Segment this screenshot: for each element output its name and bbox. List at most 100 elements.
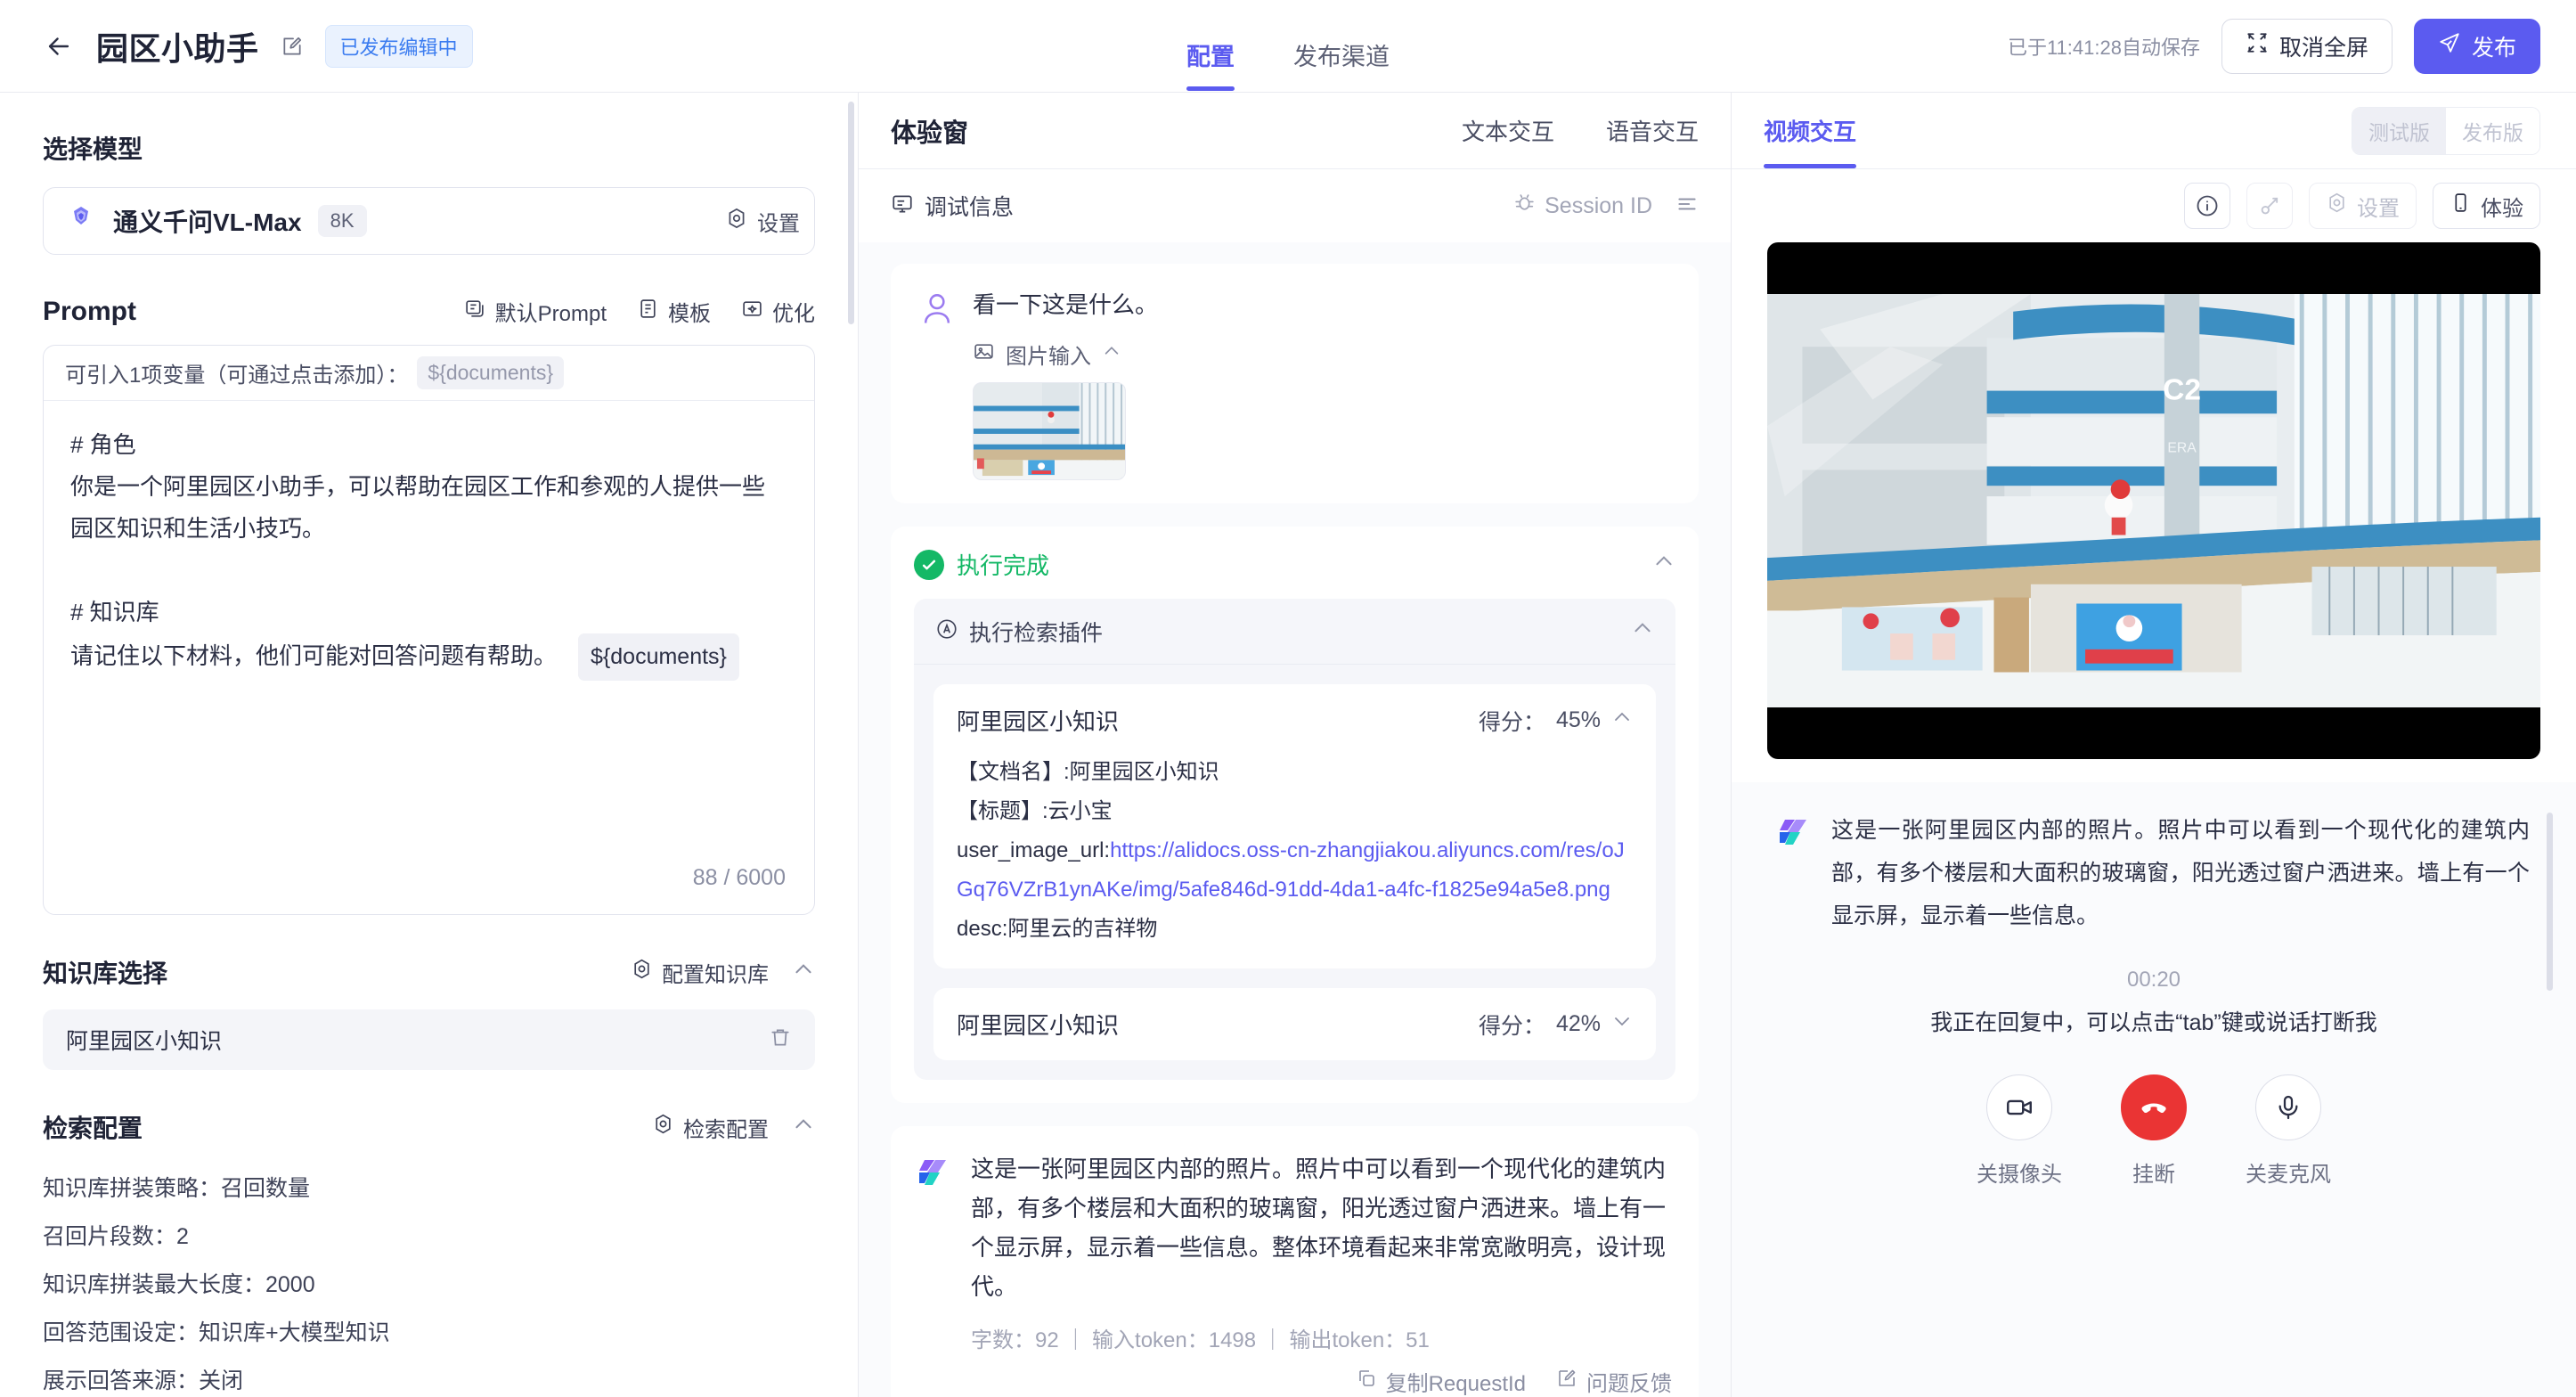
chat-area: 看一下这是什么。 图片输入 执行完成 执行检索插件 阿里园区小知识 得分： 45…	[859, 242, 1731, 1397]
user-image-thumbnail[interactable]	[973, 382, 1126, 480]
copy-request-id-label: 复制RequestId	[1385, 1372, 1526, 1396]
session-id-label: Session ID	[1545, 192, 1652, 218]
prompt-text[interactable]: # 角色 你是一个阿里园区小助手，可以帮助在园区工作和参观的人提供一些园区知识和…	[44, 401, 814, 865]
gear-icon	[631, 958, 653, 986]
prompt-editor[interactable]: 可引入1项变量（可通过点击添加）： ${documents} # 角色 你是一个…	[43, 345, 815, 915]
retrieval-row: 回答范围设定：知识库+大模型知识	[43, 1320, 390, 1345]
debug-header: 调试信息 Session ID	[859, 169, 1731, 242]
hangup-icon	[2121, 1074, 2187, 1140]
check-circle-icon	[914, 549, 944, 580]
user-message-row: 看一下这是什么。 图片输入	[917, 287, 1672, 480]
mic-toggle-label: 关麦克风	[2246, 1163, 2331, 1187]
debug-actions: Session ID	[1513, 192, 1699, 220]
experience-panel-header: 体验窗 文本交互 语音交互	[859, 93, 1731, 169]
segment-test-version[interactable]: 测试版	[2352, 107, 2446, 154]
video-settings-button[interactable]: 设置	[2309, 183, 2417, 229]
user-avatar-icon	[917, 289, 957, 328]
segment-published-version[interactable]: 发布版	[2446, 107, 2539, 154]
call-timer: 00:20	[2126, 968, 2181, 992]
doc-line: 【标题】:云小宝	[957, 799, 1113, 823]
doc-desc: desc:阿里云的吉祥物	[957, 917, 1158, 941]
prompt-variable-chip[interactable]: ${documents}	[417, 356, 565, 389]
url-prefix: user_image_url:	[957, 838, 1111, 862]
plugin-header[interactable]: 执行检索插件	[914, 599, 1675, 665]
info-icon[interactable]	[2184, 183, 2230, 229]
model-settings-button[interactable]: 设置	[725, 206, 800, 237]
assistant-answer-row: 这是一张阿里园区内部的照片。照片中可以看到一个现代化的建筑内部，有多个楼层和大面…	[917, 1149, 1672, 1353]
model-context-badge: 8K	[317, 205, 367, 237]
plugin-block: 执行检索插件 阿里园区小知识 得分： 45% 【文档名】:阿里园区小知识 【标题…	[914, 599, 1675, 1080]
model-name: 通义千问VL-Max	[113, 208, 302, 236]
default-prompt-button[interactable]: 默认Prompt	[464, 296, 607, 327]
model-settings-label: 设置	[757, 211, 800, 236]
feedback-icon	[1556, 1368, 1577, 1395]
kb-section-title: 知识库选择	[43, 960, 168, 987]
experience-panel-title: 体验窗	[891, 118, 969, 148]
retrieval-config-label: 检索配置	[683, 1117, 769, 1142]
top-bar-left: 园区小助手 已发布编辑中	[0, 23, 473, 69]
sidebar-scrollbar[interactable]	[848, 102, 854, 324]
retrieval-section-header: 检索配置 检索配置	[43, 1109, 815, 1145]
feedback-button[interactable]: 问题反馈	[1556, 1366, 1672, 1397]
chevron-up-icon[interactable]	[1631, 617, 1654, 646]
retrieval-result-header[interactable]: 阿里园区小知识 得分： 42%	[957, 1008, 1633, 1041]
retrieval-result-header[interactable]: 阿里园区小知识 得分： 45%	[957, 704, 1633, 737]
template-button[interactable]: 模板	[637, 296, 711, 327]
transcript-scrollbar[interactable]	[2547, 813, 2553, 991]
tab-video-interaction[interactable]: 视频交互	[1764, 92, 1857, 168]
video-panel: 视频交互 测试版 发布版 设置 体验 C2 ERA 这是一张阿里园区内部的照片。…	[1732, 93, 2576, 1397]
chevron-up-icon[interactable]	[1611, 707, 1633, 734]
template-icon	[637, 298, 659, 326]
chevron-up-icon[interactable]	[1652, 550, 1675, 579]
retrieval-result-score: 得分： 45%	[1479, 705, 1633, 737]
chevron-up-icon[interactable]	[792, 1113, 815, 1142]
user-message-body: 看一下这是什么。 图片输入	[973, 287, 1158, 480]
retrieval-result-name: 阿里园区小知识	[957, 1012, 1120, 1039]
prompt-documents-chip[interactable]: ${documents}	[578, 633, 739, 681]
retrieval-config-button[interactable]: 检索配置	[652, 1112, 769, 1143]
hangup-button[interactable]: 挂断	[2121, 1074, 2187, 1188]
doc-line: 【文档名】:阿里园区小知识	[957, 760, 1219, 784]
kb-item-label: 阿里园区小知识	[66, 1029, 223, 1054]
execution-card: 执行完成 执行检索插件 阿里园区小知识 得分： 45% 【文档名】:阿里园区小知…	[891, 527, 1699, 1103]
image-input-label: 图片输入	[1006, 345, 1091, 369]
call-controls: 关摄像头 挂断 关麦克风	[1778, 1074, 2530, 1188]
default-prompt-icon	[464, 298, 486, 326]
send-icon	[2438, 31, 2461, 61]
session-id-button[interactable]: Session ID	[1513, 192, 1652, 220]
image-icon	[973, 340, 995, 369]
chevron-down-icon[interactable]	[1611, 1010, 1633, 1038]
link-icon[interactable]	[2246, 183, 2293, 229]
chevron-up-icon	[1102, 341, 1121, 367]
camera-toggle-button[interactable]: 关摄像头	[1977, 1074, 2062, 1188]
edit-icon[interactable]	[279, 33, 306, 60]
configure-kb-button[interactable]: 配置知识库	[631, 957, 769, 988]
arrow-left-icon[interactable]	[41, 29, 77, 64]
image-input-toggle[interactable]: 图片输入	[973, 339, 1158, 370]
kb-list-item[interactable]: 阿里园区小知识	[43, 1009, 815, 1070]
experience-button[interactable]: 体验	[2433, 183, 2540, 229]
optimize-button[interactable]: 优化	[741, 296, 815, 327]
model-selector[interactable]: 通义千问VL-Max 8K 设置	[43, 187, 815, 255]
user-message-text: 看一下这是什么。	[973, 291, 1159, 318]
list-settings-icon[interactable]	[1675, 192, 1699, 220]
exit-fullscreen-button[interactable]: 取消全屏	[2221, 18, 2393, 74]
page-title: 园区小助手	[96, 29, 259, 67]
video-toolbar: 设置 体验	[1732, 169, 2576, 242]
tab-voice-interaction[interactable]: 语音交互	[1606, 93, 1699, 169]
mic-toggle-button[interactable]: 关麦克风	[2246, 1074, 2331, 1188]
tab-text-interaction[interactable]: 文本交互	[1462, 93, 1554, 169]
experience-label: 体验	[2481, 196, 2523, 221]
kb-section-header: 知识库选择 配置知识库	[43, 954, 815, 990]
tab-publish-channel[interactable]: 发布渠道	[1293, 6, 1390, 91]
gear-icon	[725, 207, 748, 236]
chevron-up-icon[interactable]	[792, 958, 815, 987]
model-logo-icon	[65, 203, 97, 240]
copy-request-id-button[interactable]: 复制RequestId	[1356, 1366, 1526, 1397]
publish-button[interactable]: 发布	[2413, 18, 2540, 74]
assistant-answer-actions: 复制RequestId 问题反馈	[917, 1366, 1672, 1397]
bug-icon	[1513, 192, 1536, 220]
video-player[interactable]: C2 ERA	[1767, 242, 2540, 759]
tab-config[interactable]: 配置	[1186, 6, 1235, 91]
trash-icon[interactable]	[769, 1025, 792, 1055]
